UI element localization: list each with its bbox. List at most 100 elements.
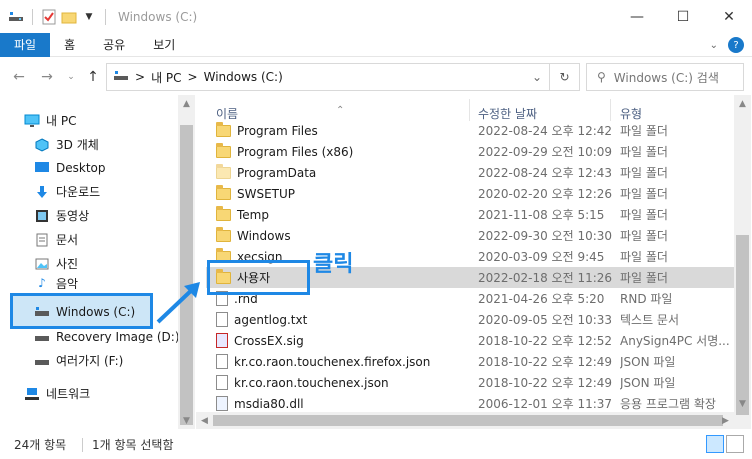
file-name: agentlog.txt bbox=[234, 312, 308, 327]
modified-date: 2022-02-18 오전 11:26 bbox=[478, 271, 613, 285]
close-button[interactable]: ✕ bbox=[706, 0, 752, 33]
refresh-button[interactable]: ↻ bbox=[549, 64, 579, 90]
music-icon: ♪ bbox=[38, 277, 46, 289]
nav-item-various-f[interactable]: 여러가지 (F:) bbox=[34, 352, 123, 369]
nav-item-label: Recovery Image (D:) bbox=[56, 331, 180, 343]
recent-dropdown-icon[interactable]: ⌄ bbox=[60, 66, 82, 88]
file-name: SWSETUP bbox=[237, 186, 296, 201]
nav-item-label: 여러가지 (F:) bbox=[56, 354, 124, 368]
nav-item-label: 네트워크 bbox=[46, 387, 91, 401]
file-type: 파일 폴더 bbox=[620, 187, 668, 201]
modified-date: 2022-08-24 오후 12:43 bbox=[478, 166, 613, 180]
scrollbar-thumb[interactable] bbox=[180, 125, 193, 425]
table-row[interactable]: Program Files (x86) 2022-09-29 오전 10:09 파일… bbox=[206, 141, 736, 162]
click-target-highlight bbox=[207, 260, 310, 295]
new-folder-icon[interactable] bbox=[61, 9, 77, 25]
nav-item-music[interactable]: ♪ 음악 bbox=[34, 277, 78, 289]
forward-button[interactable]: → bbox=[36, 66, 58, 88]
file-name: Windows bbox=[237, 228, 291, 243]
help-icon[interactable]: ? bbox=[728, 37, 744, 53]
quick-access-toolbar: ▼ bbox=[0, 8, 110, 25]
search-icon: ⚲ bbox=[597, 70, 606, 84]
file-name: Program Files (x86) bbox=[237, 144, 354, 159]
scroll-down-arrow[interactable]: ▼ bbox=[734, 395, 751, 412]
file-name-cell: agentlog.txt bbox=[216, 312, 307, 327]
navpane-scrollbar[interactable]: ▲ ▼ bbox=[178, 95, 195, 429]
nav-item-videos[interactable]: 동영상 bbox=[34, 207, 89, 224]
table-row[interactable]: msdia80.dll 2006-12-01 오후 11:37 응용 프로그램 확장 bbox=[206, 393, 736, 414]
horizontal-scrollbar[interactable]: ◀ ▶ bbox=[196, 412, 734, 429]
tab-home[interactable]: 홈 bbox=[50, 33, 89, 57]
item-count: 24개 항목 bbox=[14, 437, 67, 452]
scroll-up-arrow[interactable]: ▲ bbox=[178, 95, 195, 112]
column-divider[interactable] bbox=[469, 99, 470, 121]
up-button[interactable]: ↑ bbox=[82, 66, 104, 88]
folder-icon bbox=[216, 163, 231, 179]
table-row[interactable]: Program Files 2022-08-24 오후 12:42 파일 폴더 bbox=[206, 120, 736, 141]
signature-file-icon bbox=[216, 333, 228, 348]
large-icons-view-icon[interactable] bbox=[726, 435, 744, 453]
ribbon-tabs: 파일 홈 공유 보기 ⌄ ? bbox=[0, 32, 752, 57]
table-row[interactable]: agentlog.txt 2020-09-05 오전 10:33 텍스트 문서 bbox=[206, 309, 736, 330]
nav-item-windows-c[interactable]: Windows (C:) bbox=[34, 304, 135, 320]
scroll-down-arrow[interactable]: ▼ bbox=[178, 412, 195, 429]
search-box[interactable]: ⚲ Windows (C:) 검색 bbox=[586, 63, 744, 91]
file-name: kr.co.raon.touchenex.firefox.json bbox=[234, 354, 431, 369]
nav-item-3d-objects[interactable]: 3D 개체 bbox=[34, 136, 99, 153]
file-name: Program Files bbox=[237, 123, 318, 138]
annotation-arrow-icon bbox=[156, 282, 200, 324]
tab-file[interactable]: 파일 bbox=[0, 32, 51, 57]
file-type: RND 파일 bbox=[620, 292, 673, 306]
chevron-down-icon[interactable]: ⌄ bbox=[710, 40, 718, 51]
customize-dropdown-icon[interactable]: ▼ bbox=[81, 9, 97, 25]
breadcrumb-my-pc[interactable]: 내 PC bbox=[151, 69, 181, 86]
scrollbar-thumb[interactable] bbox=[213, 415, 723, 426]
view-switcher bbox=[706, 435, 744, 453]
file-list-scrollbar[interactable]: ▲ ▼ bbox=[734, 95, 751, 429]
breadcrumb-windows-c[interactable]: Windows (C:) bbox=[204, 70, 283, 84]
scrollbar-thumb[interactable] bbox=[736, 235, 749, 415]
address-dropdown-icon[interactable]: ⌄ bbox=[527, 64, 547, 90]
nav-item-documents[interactable]: 문서 bbox=[34, 231, 78, 248]
scroll-up-arrow[interactable]: ▲ bbox=[734, 95, 751, 112]
maximize-button[interactable]: ☐ bbox=[660, 0, 706, 33]
modified-date: 2020-09-05 오전 10:33 bbox=[478, 313, 613, 327]
nav-item-network[interactable]: 네트워크 bbox=[24, 385, 90, 402]
file-type: 파일 폴더 bbox=[620, 166, 668, 180]
nav-item-label: 사진 bbox=[56, 257, 79, 271]
table-row[interactable]: CrossEX.sig 2018-10-22 오후 12:52 AnySign4PC… bbox=[206, 330, 736, 351]
table-row[interactable]: kr.co.raon.touchenex.json 2018-10-22 오후 1… bbox=[206, 372, 736, 393]
title-bar: ▼ Windows (C:) — ☐ ✕ bbox=[0, 0, 752, 33]
nav-item-desktop[interactable]: Desktop bbox=[34, 160, 106, 176]
column-divider[interactable] bbox=[610, 99, 611, 121]
nav-item-pictures[interactable]: 사진 bbox=[34, 255, 78, 272]
file-name-cell: ProgramData bbox=[216, 163, 316, 180]
nav-item-recovery-d[interactable]: Recovery Image (D:) bbox=[34, 331, 180, 343]
scroll-right-arrow[interactable]: ▶ bbox=[717, 412, 734, 429]
tab-view[interactable]: 보기 bbox=[139, 33, 189, 57]
details-view-icon[interactable] bbox=[706, 435, 724, 453]
table-row[interactable]: Windows 2022-09-30 오전 10:30 파일 폴더 bbox=[206, 225, 736, 246]
table-row[interactable]: SWSETUP 2020-02-20 오후 12:26 파일 폴더 bbox=[206, 183, 736, 204]
file-type: 파일 폴더 bbox=[620, 250, 668, 264]
search-placeholder: Windows (C:) 검색 bbox=[613, 70, 719, 85]
back-button[interactable]: ← bbox=[8, 66, 30, 88]
nav-item-downloads[interactable]: 다운로드 bbox=[34, 183, 100, 200]
minimize-button[interactable]: — bbox=[614, 0, 660, 33]
table-row[interactable]: Temp 2021-11-08 오후 5:15 파일 폴더 bbox=[206, 204, 736, 225]
drive-icon bbox=[113, 69, 129, 86]
table-row[interactable]: ProgramData 2022-08-24 오후 12:43 파일 폴더 bbox=[206, 162, 736, 183]
properties-icon[interactable] bbox=[41, 9, 57, 25]
modified-date: 2020-02-20 오후 12:26 bbox=[478, 187, 613, 201]
tab-share[interactable]: 공유 bbox=[89, 33, 139, 57]
table-row[interactable]: kr.co.raon.touchenex.firefox.json 2018-10… bbox=[206, 351, 736, 372]
nav-item-label: 문서 bbox=[56, 233, 79, 247]
pc-icon bbox=[24, 113, 40, 129]
nav-item-label: 내 PC bbox=[46, 114, 77, 128]
modified-date: 2018-10-22 오후 12:52 bbox=[478, 334, 613, 348]
scroll-left-arrow[interactable]: ◀ bbox=[196, 412, 213, 429]
selection-count: 1개 항목 선택함 bbox=[82, 437, 174, 452]
address-bar[interactable]: > 내 PC > Windows (C:) ⌄ ↻ bbox=[106, 63, 580, 91]
nav-item-my-pc[interactable]: 내 PC bbox=[24, 112, 76, 129]
modified-date: 2020-03-09 오전 9:45 bbox=[478, 250, 605, 264]
